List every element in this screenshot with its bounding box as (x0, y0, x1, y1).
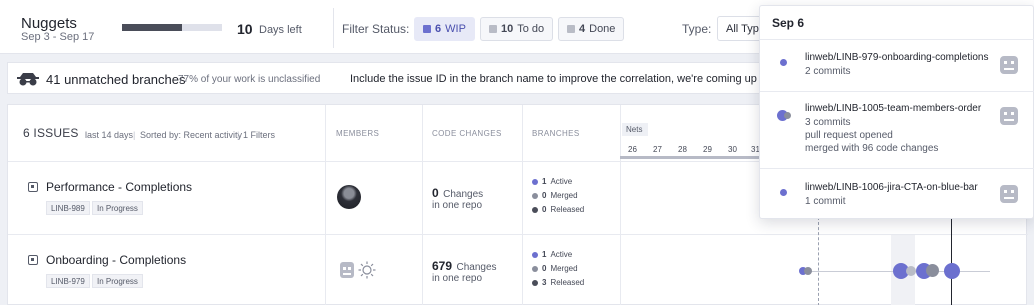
branch-stat-released: 0 Released (532, 205, 584, 214)
bot-avatar-icon (1000, 185, 1018, 203)
story-icon (28, 182, 38, 192)
chip-label: Done (589, 23, 616, 35)
changes-label: Changes (443, 189, 484, 200)
member-avatar[interactable] (358, 261, 376, 279)
activity-bubble[interactable] (906, 266, 916, 276)
changes-count: 0 (432, 186, 439, 200)
popover-branch-item[interactable]: linweb/LINB-979-onboarding-completions 2… (760, 39, 1034, 91)
timeline-tick: 27 (653, 145, 662, 154)
issue-key-tag[interactable]: LINB-979 (46, 274, 90, 288)
sprint-tag[interactable]: Nets (622, 123, 648, 136)
branch-merged-dot (784, 112, 791, 119)
issue-status-tag: In Progress (92, 201, 143, 215)
issue-title[interactable]: Onboarding - Completions (46, 253, 186, 267)
member-avatar[interactable] (337, 185, 361, 209)
changes-label: Changes (456, 262, 497, 273)
branch-name[interactable]: linweb/LINB-1006-jira-CTA-on-blue-bar (805, 182, 978, 193)
days-left-count: 10 (237, 21, 253, 37)
timeline-tick: 29 (703, 145, 712, 154)
activity-popover: Sep 6 linweb/LINB-979-onboarding-complet… (759, 5, 1034, 219)
today-marker (818, 217, 819, 305)
banner-message: Include the issue ID in the branch name … (350, 73, 808, 85)
meta-separator: | (133, 130, 136, 140)
wip-status-icon (423, 25, 431, 33)
issue-key-tag[interactable]: LINB-989 (46, 201, 90, 215)
range-label: last 14 days (85, 130, 134, 140)
todo-status-icon (489, 25, 497, 33)
banner-subtitle: 77% of your work is unclassified (178, 74, 321, 85)
meta-separator: | (237, 130, 240, 140)
timeline-tick: 30 (728, 145, 737, 154)
chip-label: To do (517, 23, 545, 35)
branch-detail: 2 commits (805, 66, 851, 77)
bot-avatar-icon (1000, 56, 1018, 74)
column-divider (422, 105, 423, 305)
sprint-dates: Sep 3 - Sep 17 (21, 31, 95, 43)
sort-label[interactable]: Sorted by: Recent activity (140, 130, 242, 140)
branch-stat-merged: 0 Merged (532, 191, 578, 200)
filters-count-label[interactable]: 1 Filters (243, 130, 275, 140)
branch-name[interactable]: linweb/LINB-979-onboarding-completions (805, 52, 988, 63)
branches-column-header: BRANCHES (532, 129, 580, 138)
issue-status-tag: In Progress (92, 274, 143, 288)
sprint-progress-bar (122, 24, 222, 31)
branch-stat-active: 1 Active (532, 250, 572, 259)
story-icon (28, 255, 38, 265)
incognito-icon (17, 73, 39, 86)
chip-label: WIP (445, 23, 466, 35)
repo-label: in one repo (432, 273, 483, 284)
branch-stat-released: 3 Released (532, 278, 584, 287)
banner-title[interactable]: 41 unmatched branches (46, 72, 185, 87)
type-label: Type: (682, 22, 712, 36)
member-avatar[interactable] (338, 260, 356, 280)
bot-avatar-icon (1000, 107, 1018, 125)
filter-chip-done[interactable]: 4 Done (558, 17, 625, 41)
repo-label: in one repo (432, 200, 483, 211)
chip-count: 10 (501, 23, 514, 35)
timeline-tick: 28 (678, 145, 687, 154)
column-divider (325, 105, 326, 305)
branch-name[interactable]: linweb/LINB-1005-team-members-order (805, 103, 981, 114)
issue-title[interactable]: Performance - Completions (46, 180, 192, 194)
branch-detail: 3 commits (805, 117, 851, 128)
sprint-end-marker (951, 217, 952, 305)
code-changes-column-header: CODE CHANGES (432, 129, 502, 138)
popover-branch-item[interactable]: linweb/LINB-1005-team-members-order 3 co… (760, 91, 1034, 168)
activity-bubble[interactable] (944, 263, 960, 279)
done-status-icon (567, 25, 575, 33)
sprint-name[interactable]: Nuggets (21, 15, 77, 32)
chip-count: 6 (435, 23, 442, 35)
popover-date: Sep 6 (772, 16, 805, 30)
filter-chip-wip[interactable]: 6 WIP (414, 17, 475, 41)
members-column-header: MEMBERS (336, 129, 380, 138)
sprint-progress-fill (122, 24, 182, 31)
branch-detail: pull request opened (805, 130, 893, 141)
branch-detail: merged with 96 code changes (805, 143, 939, 154)
sprint-range-bar (620, 156, 765, 159)
row-divider (8, 234, 1028, 235)
filter-status-label: Filter Status: (342, 22, 410, 36)
filter-chip-todo[interactable]: 10 To do (480, 17, 554, 41)
popover-branch-item[interactable]: linweb/LINB-1006-jira-CTA-on-blue-bar 1 … (760, 168, 1034, 220)
issues-count-heading: 6 ISSUES (23, 126, 79, 140)
activity-bubble[interactable] (926, 264, 939, 277)
branch-active-dot (780, 59, 787, 66)
branch-active-dot (780, 189, 787, 196)
branch-detail: 1 commit (805, 196, 846, 207)
branch-stat-merged: 0 Merged (532, 264, 578, 273)
column-divider (522, 105, 523, 305)
chip-count: 4 (579, 23, 586, 35)
changes-count: 679 (432, 259, 453, 273)
timeline-tick: 26 (628, 145, 637, 154)
activity-bubble[interactable] (804, 267, 812, 275)
days-left-label: Days left (259, 24, 302, 36)
branch-stat-active: 1 Active (532, 177, 572, 186)
divider (333, 8, 334, 48)
